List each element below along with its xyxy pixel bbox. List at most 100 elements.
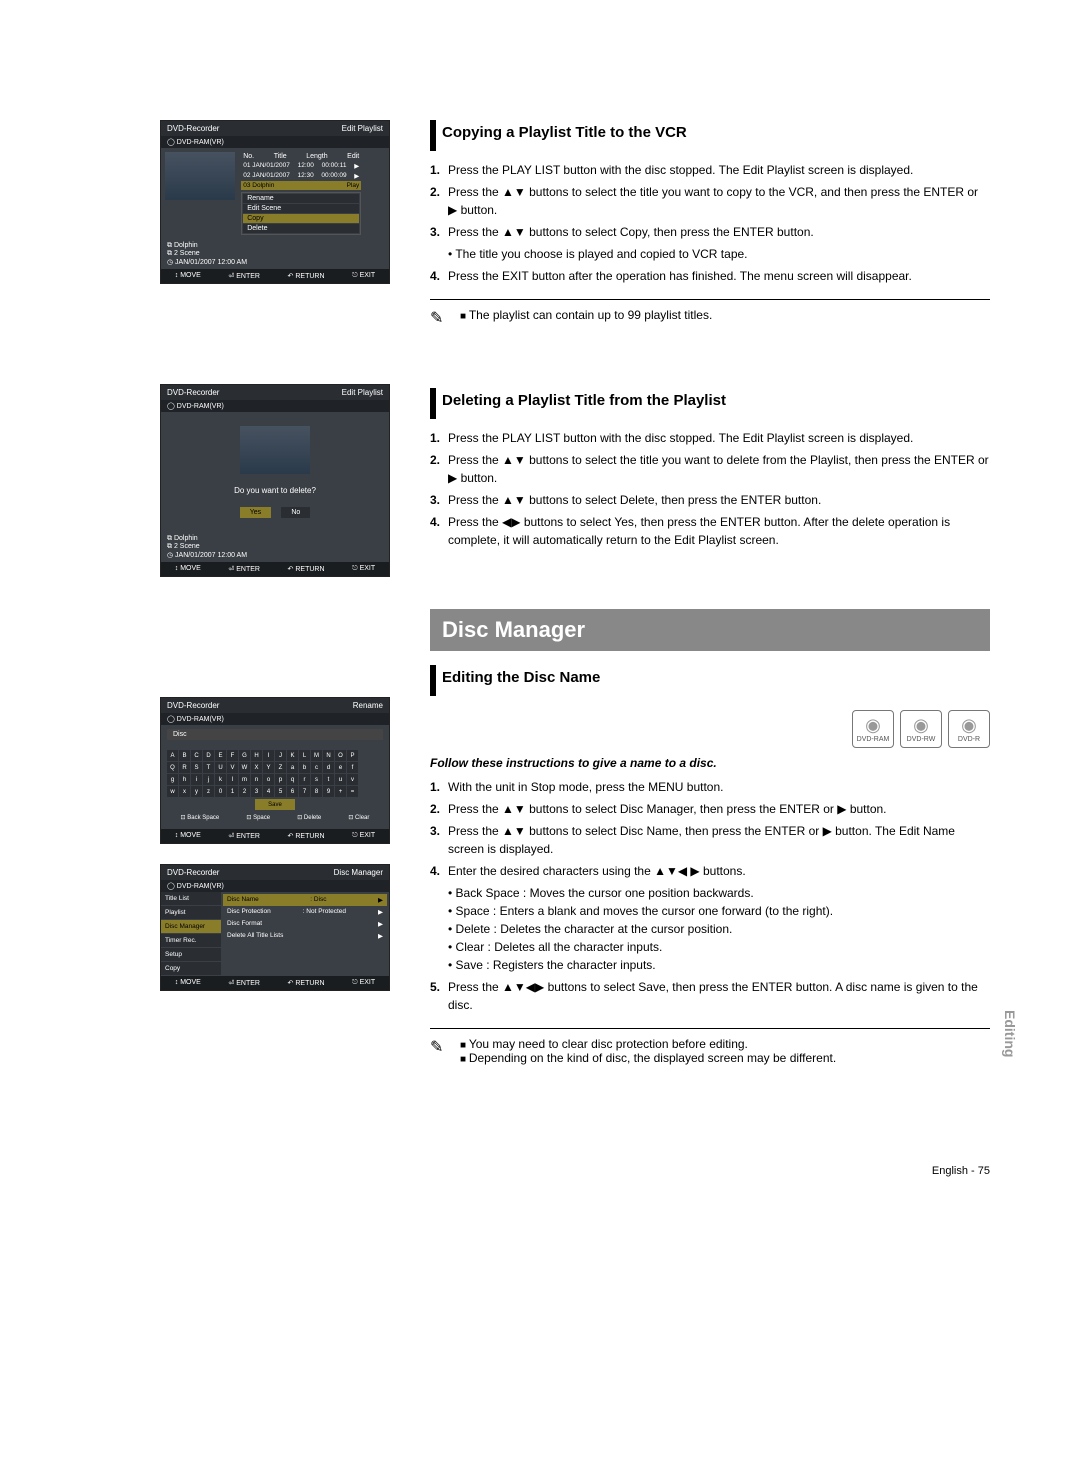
kb-key: v (347, 774, 358, 785)
thumb-icon (165, 152, 235, 200)
kb-key: O (335, 750, 346, 761)
kb-key: s (311, 774, 322, 785)
heading-copy: Copying a Playlist Title to the VCR (430, 120, 990, 151)
kb-key: N (323, 750, 334, 761)
note-icon (430, 1037, 450, 1057)
kb-key: t (323, 774, 334, 785)
kb-key: Q (167, 762, 178, 773)
kb-key: 0 (215, 786, 226, 797)
kb-key: y (191, 786, 202, 797)
kb-key: + (335, 786, 346, 797)
kb-key: A (167, 750, 178, 761)
kb-key: 7 (299, 786, 310, 797)
heading-edit-disc-name: Editing the Disc Name (430, 665, 990, 696)
kb-key: 5 (275, 786, 286, 797)
kb-key: T (203, 762, 214, 773)
kb-key: 4 (263, 786, 274, 797)
kb-key: D (203, 750, 214, 761)
dvd-r-icon: DVD-R (948, 710, 990, 748)
kb-key: a (287, 762, 298, 773)
kb-key: X (251, 762, 262, 773)
kb-key: P (347, 750, 358, 761)
kb-key: m (239, 774, 250, 785)
instruction-italic: Follow these instructions to give a name… (430, 756, 990, 770)
kb-key: k (215, 774, 226, 785)
kb-key: l (227, 774, 238, 785)
dvd-ram-icon: DVD-RAM (852, 710, 894, 748)
kb-key: 2 (239, 786, 250, 797)
kb-key: E (215, 750, 226, 761)
context-menu: Rename Edit Scene Copy Delete (241, 192, 361, 235)
kb-key: 6 (287, 786, 298, 797)
kb-key: j (203, 774, 214, 785)
note-box-2: You may need to clear disc protection be… (430, 1028, 990, 1065)
left-column: DVD-RecorderEdit Playlist ◯ DVD-RAM(VR) … (160, 120, 390, 1125)
note-box: The playlist can contain up to 99 playli… (430, 299, 990, 328)
kb-key: o (263, 774, 274, 785)
kb-key: e (335, 762, 346, 773)
kb-key: 8 (311, 786, 322, 797)
page-number: English - 75 (160, 1165, 990, 1177)
section-disc-manager: Disc Manager Editing the Disc Name DVD-R… (430, 609, 990, 1065)
kb-key: S (191, 762, 202, 773)
kb-key: p (275, 774, 286, 785)
kb-key: U (215, 762, 226, 773)
kb-key: w (167, 786, 178, 797)
section-copy-playlist: Copying a Playlist Title to the VCR 1.Pr… (430, 120, 990, 328)
confirm-msg: Do you want to delete? (167, 486, 383, 495)
note-icon (430, 308, 450, 328)
ss1-mode: Edit Playlist (342, 124, 383, 133)
no-button: No (281, 507, 310, 518)
kb-key: F (227, 750, 238, 761)
kb-key: f (347, 762, 358, 773)
kb-key: n (251, 774, 262, 785)
kb-key: I (263, 750, 274, 761)
screenshot-disc-manager: DVD-RecorderDisc Manager ◯ DVD-RAM(VR) T… (160, 864, 390, 991)
kb-key: M (311, 750, 322, 761)
kb-key: L (299, 750, 310, 761)
screenshot-edit-playlist: DVD-RecorderEdit Playlist ◯ DVD-RAM(VR) … (160, 120, 390, 284)
kb-key: Z (275, 762, 286, 773)
kb-key: u (335, 774, 346, 785)
save-key: Save (255, 799, 295, 810)
kb-key: 1 (227, 786, 238, 797)
kb-key: x (179, 786, 190, 797)
kb-key: H (251, 750, 262, 761)
kb-key: h (179, 774, 190, 785)
kb-key: C (191, 750, 202, 761)
kb-key: b (299, 762, 310, 773)
section-tab: Editing (1002, 1010, 1018, 1057)
kb-key: z (203, 786, 214, 797)
heading-delete: Deleting a Playlist Title from the Playl… (430, 388, 990, 419)
kb-key: r (299, 774, 310, 785)
kb-key: K (287, 750, 298, 761)
kb-key: V (227, 762, 238, 773)
section-delete-playlist: Deleting a Playlist Title from the Playl… (430, 388, 990, 549)
disc-type-icons: DVD-RAM DVD-RW DVD-R (852, 710, 990, 748)
thumb-icon (240, 426, 310, 474)
kb-key: 9 (323, 786, 334, 797)
kb-key: i (191, 774, 202, 785)
screenshot-delete-confirm: DVD-RecorderEdit Playlist ◯ DVD-RAM(VR) … (160, 384, 390, 577)
kb-key: c (311, 762, 322, 773)
right-column: Copying a Playlist Title to the VCR 1.Pr… (430, 120, 990, 1125)
kb-key: J (275, 750, 286, 761)
kb-key: G (239, 750, 250, 761)
heading-disc-manager: Disc Manager (430, 609, 990, 651)
kb-key: B (179, 750, 190, 761)
ss1-title: DVD-Recorder (167, 124, 219, 133)
kb-key: d (323, 762, 334, 773)
kb-key: R (179, 762, 190, 773)
dvd-rw-icon: DVD-RW (900, 710, 942, 748)
yes-button: Yes (240, 507, 271, 518)
kb-key: q (287, 774, 298, 785)
onscreen-keyboard: ABCDEFGHIJKLMNOP QRSTUVWXYZabcdef ghijklmn… (161, 744, 389, 829)
kb-key: 3 (251, 786, 262, 797)
kb-key: Y (263, 762, 274, 773)
kb-key: = (347, 786, 358, 797)
ss1-sub: ◯ DVD-RAM(VR) (161, 136, 389, 148)
name-field: Disc (167, 729, 383, 740)
kb-key: W (239, 762, 250, 773)
screenshot-rename: DVD-RecorderRename ◯ DVD-RAM(VR) Disc AB… (160, 697, 390, 844)
kb-key: g (167, 774, 178, 785)
